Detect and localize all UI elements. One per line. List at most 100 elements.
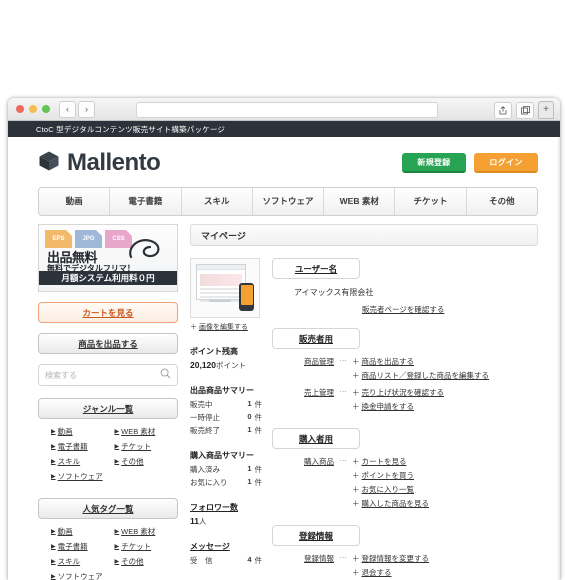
close-window-button[interactable] — [16, 105, 24, 113]
plus-icon: ＋ — [352, 499, 360, 508]
tag-link-other[interactable]: ▶ その他 — [115, 556, 179, 567]
row-label[interactable]: 売上管理 — [290, 387, 334, 398]
row-label: お気に入り — [190, 478, 228, 487]
link-label: 商品を出品する — [361, 357, 415, 366]
triangle-icon: ▶ — [114, 429, 120, 435]
minimize-window-button[interactable] — [29, 105, 37, 113]
genre-link-label: ソフトウェア — [57, 472, 103, 481]
share-icon[interactable] — [494, 101, 512, 119]
forward-button[interactable]: › — [78, 100, 95, 118]
row-label: 販売中 — [190, 400, 213, 409]
address-bar[interactable] — [136, 102, 438, 118]
edit-image-link[interactable]: ＋ 画像を編集する — [190, 322, 262, 332]
registration-section-title[interactable]: 登録情報 — [272, 525, 360, 546]
new-tab-button[interactable]: + — [538, 101, 554, 119]
nav-tab-ticket[interactable]: チケット — [395, 188, 467, 215]
buyer-rows: 購入商品 ⋯ ＋カートを見る ＋ポイントを買う ＋お気に入り一覧 ＋購入した商品… — [272, 456, 538, 512]
register-button[interactable]: 新規登録 — [402, 153, 466, 173]
row-value: 4 — [247, 555, 252, 564]
nav-tab-ebook[interactable]: 電子書籍 — [110, 188, 182, 215]
back-button[interactable]: ‹ — [59, 100, 76, 118]
link-label: 商品リスト／登録した商品を編集する — [361, 371, 490, 380]
nav-tab-software[interactable]: ソフトウェア — [252, 188, 325, 215]
registration-link-change-info[interactable]: ＋登録情報を変更する — [352, 553, 538, 564]
row-label[interactable]: 商品管理 — [290, 356, 334, 367]
verify-seller-page-link[interactable]: 販売者ページを確認する — [272, 304, 538, 315]
tag-link-ticket[interactable]: ▶ チケット — [115, 541, 179, 552]
genre-link-label: その他 — [121, 457, 144, 466]
triangle-icon: ▶ — [51, 429, 56, 435]
genre-link-skill[interactable]: ▶ スキル — [51, 456, 115, 467]
tag-link-skill[interactable]: ▶ スキル — [51, 556, 115, 567]
triangle-icon: ▶ — [51, 474, 56, 480]
messages-title: メッセージ — [190, 542, 230, 551]
tag-link-video[interactable]: ▶ 動画 — [51, 526, 115, 537]
row-items: ＋カートを見る ＋ポイントを買う ＋お気に入り一覧 ＋購入した商品を見る — [352, 456, 538, 512]
link-label: 換金申請をする — [361, 402, 415, 411]
row-label: 受 信 — [190, 556, 213, 565]
user-section-title[interactable]: ユーザー名 — [272, 258, 360, 279]
seller-link-withdraw[interactable]: ＋換金申請をする — [352, 401, 538, 412]
tag-link-ebook[interactable]: ▶ 電子書籍 — [51, 541, 115, 552]
page-title: マイページ — [190, 224, 538, 246]
buyer-link-view-cart[interactable]: ＋カートを見る — [352, 456, 538, 467]
buyer-link-buy-points[interactable]: ＋ポイントを買う — [352, 470, 538, 481]
row-label: 一時停止 — [190, 413, 220, 422]
site-header: Mallento 新規登録 ログイン — [8, 137, 560, 185]
triangle-icon: ▶ — [114, 559, 120, 565]
promo-banner[interactable]: EPS JPG CSS 出品無料 無料でデジタルフリマ！ 月額システム利用料０円 — [38, 224, 178, 292]
seller-link-list-item[interactable]: ＋商品を出品する — [352, 356, 538, 367]
nav-tab-skill[interactable]: スキル — [181, 188, 253, 215]
nav-tab-other[interactable]: その他 — [466, 188, 537, 215]
navigation-buttons[interactable]: ‹ › — [59, 100, 95, 118]
row-value: 0 — [247, 412, 252, 421]
genre-link-web-assets[interactable]: ▶ WEB 素材 — [115, 426, 179, 437]
row-label[interactable]: 購入商品 — [290, 456, 334, 467]
maximize-window-button[interactable] — [42, 105, 50, 113]
tag-link-web-assets[interactable]: ▶ WEB 素材 — [115, 526, 179, 537]
row-unit: 件 — [254, 426, 263, 435]
login-button[interactable]: ログイン — [474, 153, 538, 173]
genre-link-ebook[interactable]: ▶ 電子書籍 — [51, 441, 115, 452]
toolbar-right-actions: + — [494, 101, 554, 119]
points-balance-title: ポイント残高 — [190, 347, 238, 356]
search-input[interactable]: 検索する — [38, 364, 178, 386]
buyer-section-title[interactable]: 購入者用 — [272, 428, 360, 449]
profile-thumbnail[interactable] — [190, 258, 260, 318]
user-section: ユーザー名 アイマックス有限会社 販売者ページを確認する — [272, 258, 538, 315]
genre-link-software[interactable]: ▶ ソフトウェア — [51, 471, 115, 482]
plus-icon: ＋ — [352, 357, 360, 366]
seller-link-sales-status[interactable]: ＋売り上げ状況を確認する — [352, 387, 538, 398]
sell-item-button[interactable]: 商品を出品する — [38, 333, 178, 354]
box-logo-icon — [38, 150, 60, 177]
search-icon[interactable] — [160, 366, 171, 384]
seller-link-edit-items[interactable]: ＋商品リスト／登録した商品を編集する — [352, 370, 538, 381]
tag-link-software[interactable]: ▶ ソフトウェア — [51, 571, 115, 580]
nav-tab-web-assets[interactable]: WEB 素材 — [324, 188, 396, 215]
view-cart-button[interactable]: カートを見る — [38, 302, 178, 323]
tag-panel-title[interactable]: 人気タグ一覧 — [38, 498, 178, 519]
seller-section-title[interactable]: 販売者用 — [272, 328, 360, 349]
window-controls[interactable] — [16, 105, 50, 113]
row-unit: 件 — [254, 556, 263, 565]
nav-tab-video[interactable]: 動画 — [39, 188, 111, 215]
triangle-icon: ▶ — [114, 529, 120, 535]
row-items: ＋売り上げ状況を確認する ＋換金申請をする — [352, 387, 538, 415]
sections-column: ユーザー名 アイマックス有限会社 販売者ページを確認する 販売者用 商品管理 ⋯ — [272, 258, 538, 580]
row-label: 購入済み — [190, 465, 220, 474]
tabs-icon[interactable] — [516, 101, 534, 119]
row-items: ＋登録情報を変更する ＋退会する — [352, 553, 538, 580]
dots-separator: ⋯ — [339, 387, 347, 396]
genre-link-video[interactable]: ▶ 動画 — [51, 426, 115, 437]
listing-row-paused: 一時停止 0 件 — [190, 412, 262, 423]
row-label[interactable]: 登録情報 — [290, 553, 334, 564]
site-logo[interactable]: Mallento — [38, 149, 161, 177]
genre-link-other[interactable]: ▶ その他 — [115, 456, 179, 467]
buyer-link-favorites[interactable]: ＋お気に入り一覧 — [352, 484, 538, 495]
messages-summary: メッセージ 受 信 4 件 — [190, 541, 262, 566]
genre-link-ticket[interactable]: ▶ チケット — [115, 441, 179, 452]
buyer-link-purchased[interactable]: ＋購入した商品を見る — [352, 498, 538, 509]
purchase-summary-title: 購入商品サマリー — [190, 451, 254, 460]
registration-link-withdraw[interactable]: ＋退会する — [352, 567, 538, 578]
genre-panel-title[interactable]: ジャンル一覧 — [38, 398, 178, 419]
